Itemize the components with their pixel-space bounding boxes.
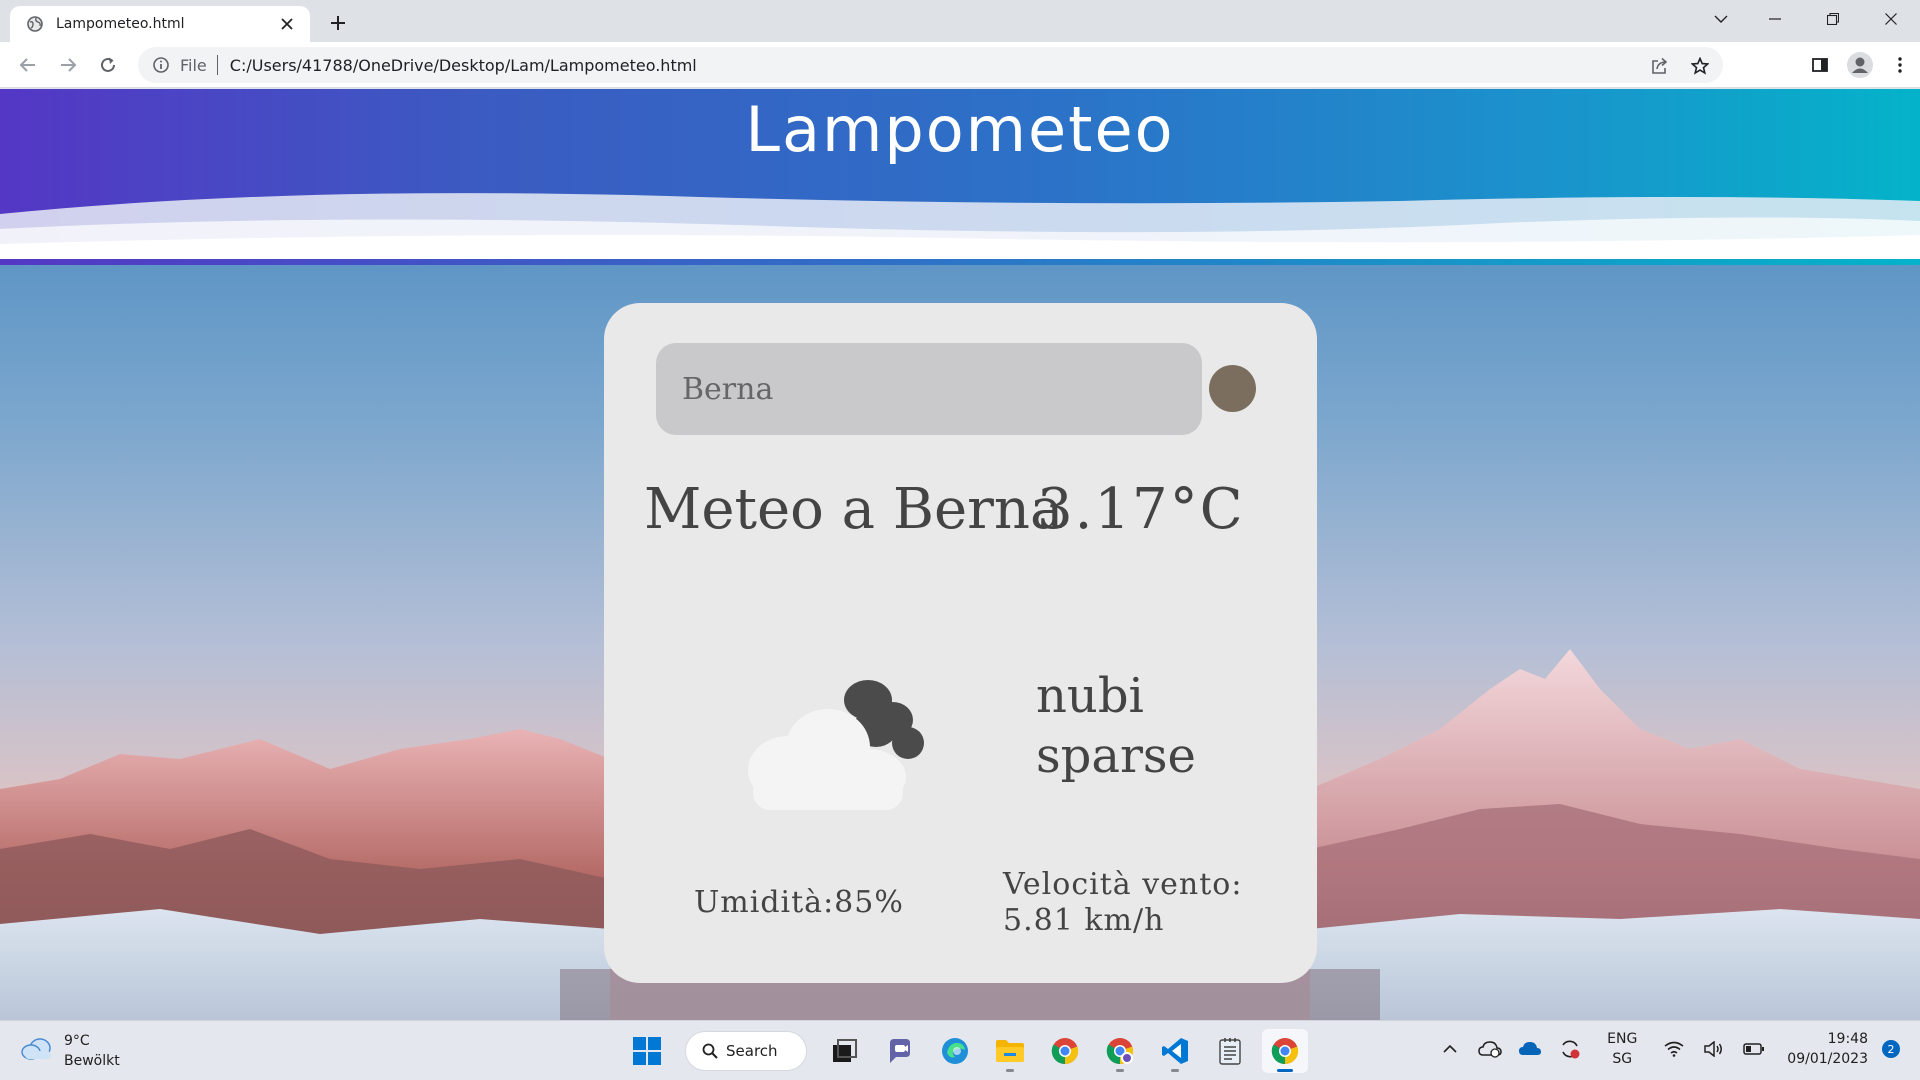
scheme-label: File [180,55,207,75]
chrome-active-button[interactable] [1262,1029,1308,1073]
wifi-icon[interactable] [1661,1029,1687,1069]
restore-icon[interactable] [1804,0,1862,38]
globe-icon [26,15,44,33]
file-explorer-button[interactable] [987,1029,1033,1073]
browser-toolbar: File C:/Users/41788/OneDrive/Desktop/Lam… [0,42,1920,88]
new-tab-icon[interactable] [324,9,352,37]
profile-avatar-icon[interactable] [1840,51,1880,79]
weather-card: Meteo a Berna 3.17°C nubi sparse Umidità… [604,303,1317,983]
taskbar-search-label: Search [726,1042,778,1060]
city-search-input[interactable] [656,343,1202,435]
search-icon [702,1043,718,1059]
system-tray: ENG SG 19:48 09/01/2023 2 [1437,1029,1900,1069]
language-code: ENG [1607,1031,1638,1047]
reload-icon[interactable] [94,51,122,79]
side-panel-icon[interactable] [1800,51,1840,79]
web-page: Lampometeo Meteo a Berna 3.17°C nubi spa… [0,89,1920,1020]
tab-title: Lampometeo.html [56,16,185,32]
temperature-value: 3.17°C [1037,477,1245,542]
bookmark-star-icon[interactable] [1687,53,1713,79]
folder-icon [996,1040,1024,1062]
volume-icon[interactable] [1701,1029,1727,1069]
taskbar-apps: Search [624,1029,1308,1073]
chrome-profile-icon [1106,1038,1134,1065]
windows-logo-icon [633,1037,661,1065]
tab-search-icon[interactable] [1696,0,1746,38]
vscode-button[interactable] [1152,1029,1198,1073]
sync-icon[interactable] [1557,1029,1583,1069]
language-indicator[interactable]: ENG SG [1607,1029,1637,1069]
active-indicator [1277,1069,1293,1072]
clock-time: 19:48 [1827,1031,1868,1047]
browser-tab-strip: Lampometeo.html [0,0,1920,42]
running-indicator [1006,1069,1014,1072]
running-indicator [1116,1069,1124,1072]
taskbar-weather-desc: Bewölkt [64,1053,120,1069]
close-tab-icon[interactable] [276,13,298,35]
notepad-icon [1219,1038,1241,1065]
taskbar-weather-temp: 9°C [64,1033,90,1049]
vscode-icon [1162,1038,1188,1064]
header-banner: Lampometeo [0,89,1920,264]
weather-description: nubi sparse [1036,668,1196,784]
teams-chat-button[interactable] [877,1029,923,1073]
share-icon[interactable] [1647,53,1673,79]
chevron-up-icon[interactable] [1437,1029,1463,1069]
minimize-icon[interactable] [1746,0,1804,38]
chrome-icon [1271,1038,1299,1065]
chrome-button[interactable] [1042,1029,1088,1073]
city-title: Meteo a Berna [644,477,1064,542]
taskbar-weather-widget[interactable]: 9°C Bewölkt [20,1031,120,1071]
onedrive-cloud-icon[interactable] [1517,1029,1543,1069]
teams-chat-icon [890,1039,910,1063]
header-underline [0,259,1920,265]
edge-icon [942,1038,968,1064]
notification-badge[interactable]: 2 [1882,1040,1900,1058]
cloud-icon [20,1036,54,1066]
menu-kebab-icon[interactable] [1880,51,1920,79]
start-button[interactable] [624,1029,670,1073]
url-text[interactable]: C:/Users/41788/OneDrive/Desktop/Lam/Lamp… [230,56,697,75]
separator [216,55,218,75]
windows-taskbar: 9°C Bewölkt Search ENG SG 19:48 09/01/20… [0,1020,1920,1080]
notepad-button[interactable] [1207,1029,1253,1073]
clock-date: 09/01/2023 [1787,1051,1868,1067]
scattered-clouds-icon [748,680,924,810]
task-view-icon [833,1039,857,1062]
chrome-icon [1051,1038,1079,1065]
edge-button[interactable] [932,1029,978,1073]
onedrive-sync-icon[interactable] [1477,1029,1503,1069]
info-icon[interactable] [152,56,170,74]
forward-icon[interactable] [54,51,82,79]
running-indicator [1171,1069,1179,1072]
taskbar-clock[interactable]: 19:48 09/01/2023 [1787,1029,1868,1069]
window-controls [1696,0,1920,38]
humidity-value: Umidità:85% [694,885,904,920]
battery-icon[interactable] [1741,1029,1767,1069]
taskbar-search[interactable]: Search [685,1031,807,1071]
back-icon[interactable] [14,51,42,79]
chrome-profile-button[interactable] [1097,1029,1143,1073]
wind-speed-value: Velocità vento: 5.81 km/h [1003,867,1243,938]
task-view-button[interactable] [822,1029,868,1073]
region-code: SG [1612,1051,1633,1067]
address-bar[interactable]: File C:/Users/41788/OneDrive/Desktop/Lam… [138,47,1723,83]
close-window-icon[interactable] [1862,0,1920,38]
browser-tab[interactable]: Lampometeo.html [10,6,310,42]
site-title: Lampometeo [745,93,1175,166]
search-button[interactable] [1209,365,1256,412]
